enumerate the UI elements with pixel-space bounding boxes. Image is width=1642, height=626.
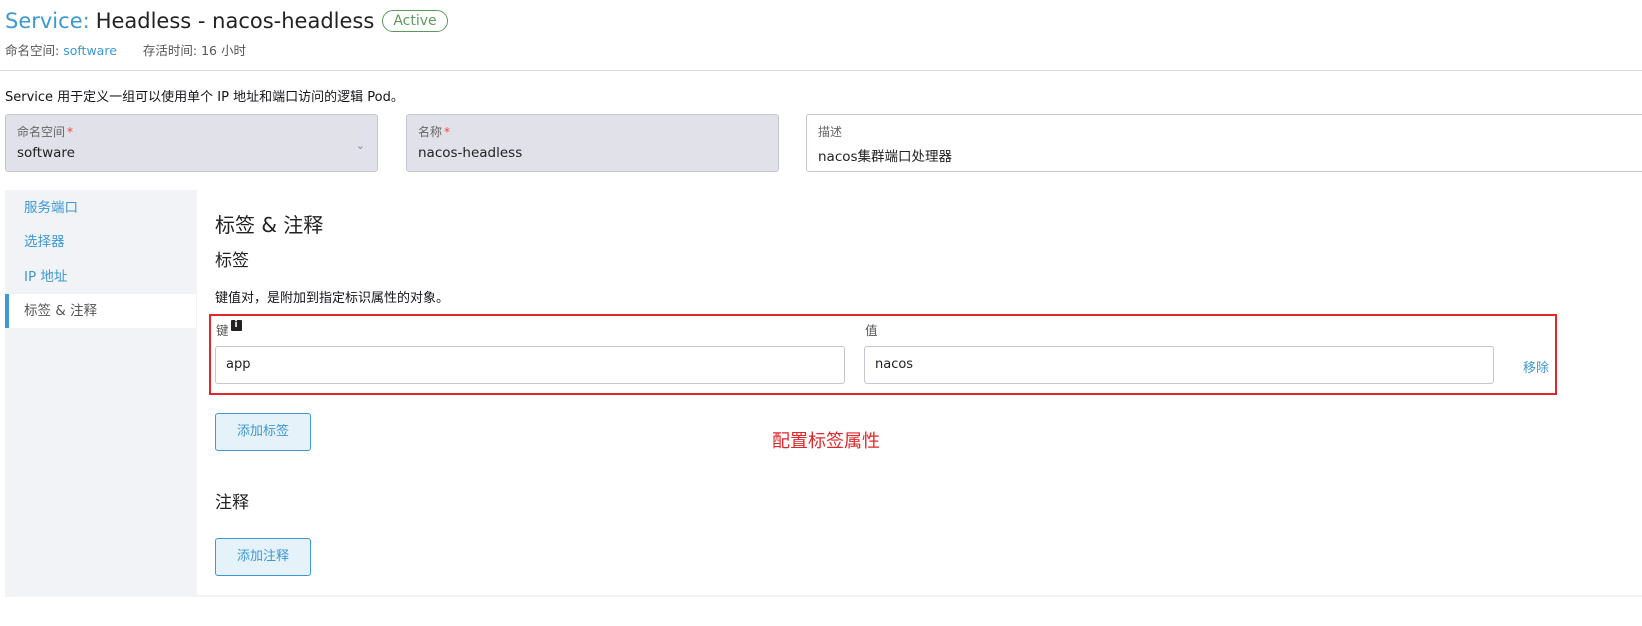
name-field-value: nacos-headless: [418, 145, 523, 161]
tab-labels-annotations[interactable]: 标签 & 注释: [5, 294, 196, 328]
labels-title: 标签: [215, 251, 249, 271]
description-field-label: 描述: [818, 125, 843, 139]
chevron-down-icon: ⌄: [355, 139, 365, 152]
page-title: Service: Headless - nacos-headless Activ…: [5, 6, 448, 36]
status-badge: Active: [382, 10, 448, 32]
namespace-field-value: software: [17, 145, 75, 161]
name-field-label: 名称 *: [418, 125, 451, 139]
age-meta-value: 16 小时: [201, 43, 246, 58]
service-description: Service 用于定义一组可以使用单个 IP 地址和端口访问的逻辑 Pod。: [5, 90, 404, 105]
resource-name: Headless - nacos-headless: [95, 9, 375, 33]
label-value-input[interactable]: nacos: [864, 346, 1494, 384]
tab-nav: 服务端口 选择器 IP 地址 标签 & 注释: [5, 190, 196, 597]
tab-selectors[interactable]: 选择器: [5, 225, 196, 259]
namespace-meta-label: 命名空间:: [5, 43, 60, 58]
section-title: 标签 & 注释: [215, 213, 324, 237]
add-annotation-button[interactable]: 添加注释: [215, 538, 311, 576]
description-field[interactable]: 描述 nacos集群端口处理器: [806, 114, 1642, 172]
key-column-label: 键i: [216, 320, 242, 339]
name-field[interactable]: 名称 * nacos-headless: [406, 114, 779, 172]
annotations-title: 注释: [215, 493, 249, 513]
tab-service-ports[interactable]: 服务端口: [5, 191, 196, 225]
tab-ip-addresses[interactable]: IP 地址: [5, 260, 196, 294]
value-column-label: 值: [865, 323, 878, 338]
add-label-button[interactable]: 添加标签: [215, 413, 311, 451]
info-icon[interactable]: i: [230, 320, 242, 331]
namespace-select[interactable]: 命名空间 * software ⌄: [5, 114, 378, 172]
age-meta-label: 存活时间:: [142, 43, 198, 58]
resource-type-label: Service:: [5, 9, 90, 33]
namespace-link[interactable]: software: [63, 43, 117, 58]
description-field-value: nacos集群端口处理器: [818, 149, 953, 165]
resource-meta: 命名空间: software 存活时间: 16 小时: [5, 40, 246, 59]
header-divider: [0, 70, 1642, 71]
annotation-note: 配置标签属性: [772, 431, 880, 452]
labels-hint: 键值对，是附加到指定标识属性的对象。: [215, 291, 450, 306]
remove-label-button[interactable]: 移除: [1523, 357, 1549, 376]
namespace-field-label: 命名空间 *: [17, 125, 74, 139]
label-key-input[interactable]: app: [215, 346, 845, 384]
